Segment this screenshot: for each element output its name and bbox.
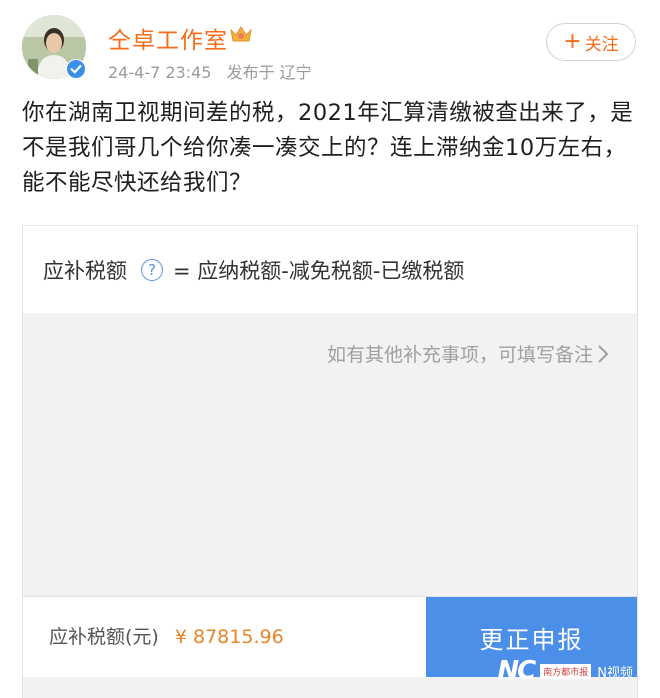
formula-label: 应补税额 (43, 258, 127, 283)
crown-icon (229, 24, 253, 48)
post-timestamp: 24-4-7 23:45 (108, 63, 212, 82)
remark-placeholder: 如有其他补充事项，可填写备注 (326, 344, 593, 366)
watermark-brand: 南方都市报 (540, 663, 592, 679)
follow-button[interactable]: + 关注 (546, 23, 636, 61)
formula-row: 应补税额 ? = 应纳税额-减免税额-已缴税额 (23, 225, 637, 313)
embedded-screenshot: 应补税额 ? = 应纳税额-减免税额-已缴税额 如有其他补充事项，可填写备注 应… (22, 225, 638, 698)
chevron-right-icon (598, 344, 609, 363)
amount-row: 应补税额(元) ¥ 87815.96 (49, 622, 284, 649)
remark-link[interactable]: 如有其他补充事项，可填写备注 (327, 340, 609, 367)
watermark-video: N视频 (597, 665, 633, 681)
follow-label: 关注 (584, 34, 619, 55)
watermark: NC 南方都市报 N视频 (497, 656, 637, 686)
watermark-logo: NC (497, 656, 536, 686)
verified-icon (66, 59, 86, 79)
help-icon[interactable]: ? (141, 258, 163, 281)
post-text: 你在湖南卫视期间差的税，2021年汇算清缴被查出来了，是不是我们哥几个给你凑一凑… (22, 100, 634, 196)
plus-icon: + (563, 29, 582, 54)
post-meta: 24-4-7 23:45 发布于 辽宁 (108, 59, 322, 83)
username[interactable]: 仝卓工作室 (108, 21, 228, 55)
amount-label: 应补税额(元) (49, 626, 159, 648)
amount-value: ¥ 87815.96 (174, 626, 284, 648)
formula-text: = 应纳税额-减免税额-已缴税额 (173, 258, 465, 283)
post-source: 发布于 辽宁 (226, 63, 312, 82)
